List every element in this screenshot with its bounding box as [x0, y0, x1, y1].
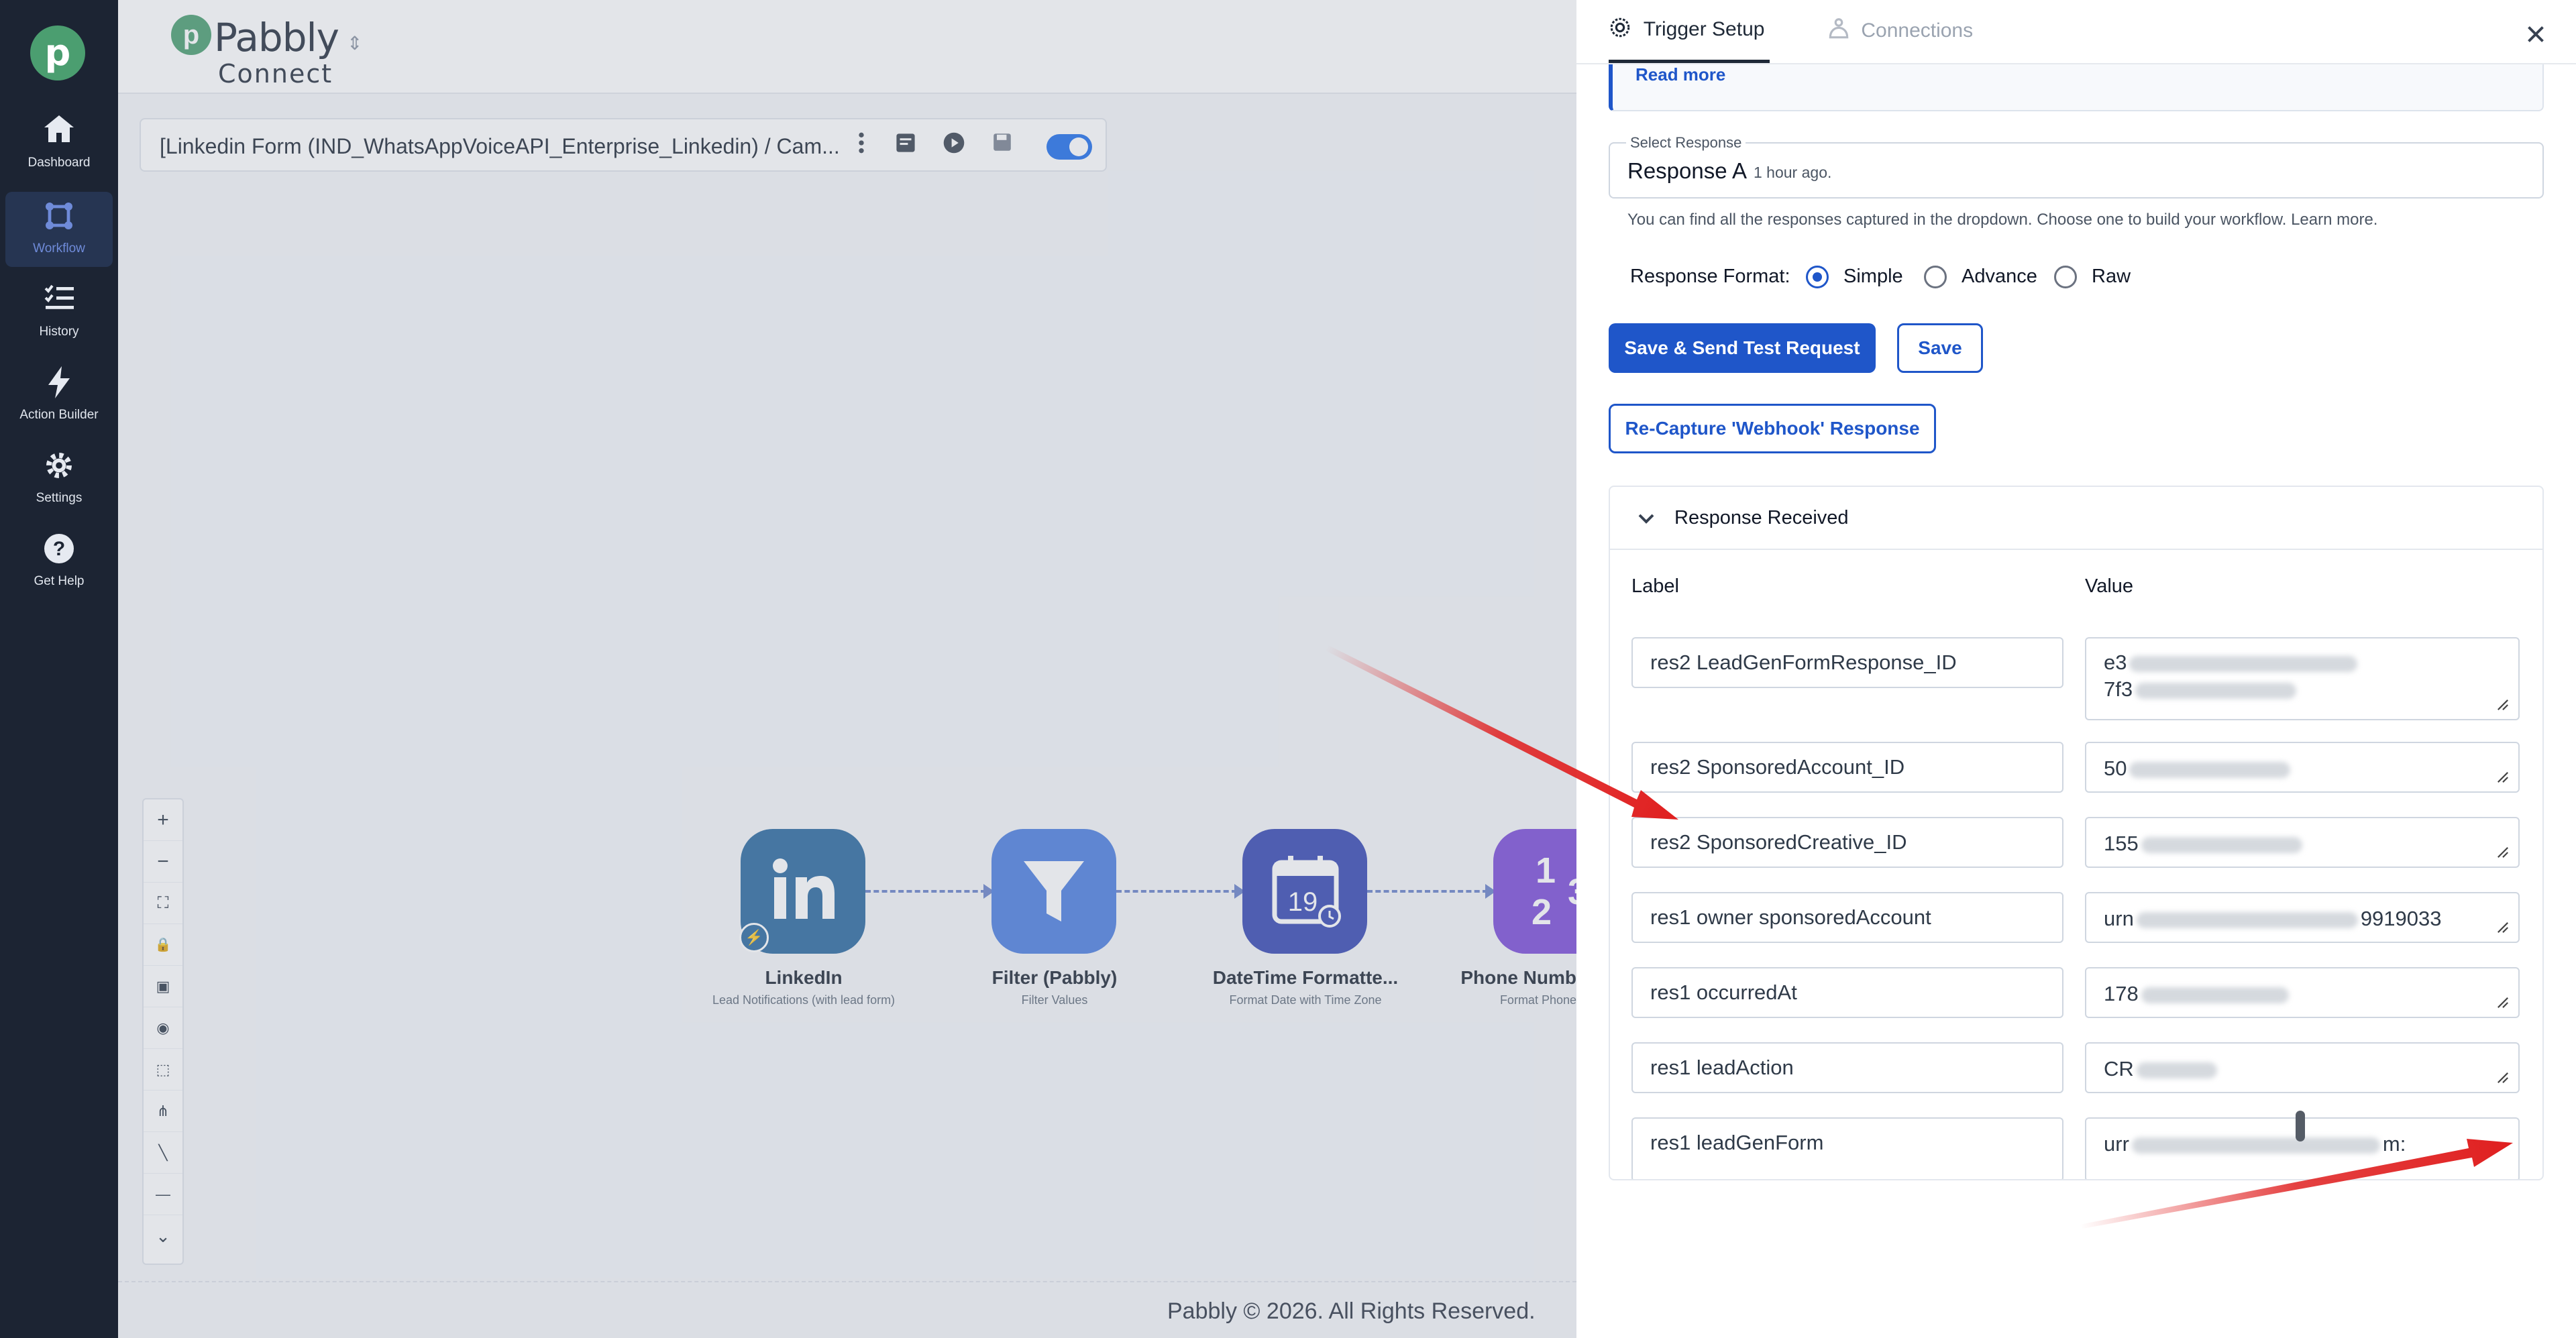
- response-received-card: Response Received Label Value res2 LeadG…: [1609, 486, 2544, 1180]
- sidebar-item-get-help[interactable]: ? Get Help: [5, 524, 113, 600]
- resize-handle-icon: [2498, 847, 2508, 858]
- help-icon: ?: [5, 533, 113, 567]
- bolt-icon: [5, 366, 113, 401]
- sidebar-label: Settings: [36, 491, 83, 505]
- label-field[interactable]: res2 LeadGenFormResponse_ID: [1631, 637, 2063, 688]
- radio-simple[interactable]: [1806, 266, 1829, 288]
- label-field[interactable]: res1 owner sponsoredAccount: [1631, 892, 2063, 943]
- chevron-down-icon: [1633, 506, 1660, 533]
- value-text: 178: [2104, 982, 2139, 1005]
- label-field[interactable]: res2 SponsoredCreative_ID: [1631, 817, 2063, 868]
- radio-raw-label[interactable]: Raw: [2092, 266, 2131, 288]
- value-text: m:: [2382, 1132, 2406, 1156]
- selected-response-time: 1 hour ago.: [1754, 164, 1832, 181]
- resize-handle-icon: [2498, 1072, 2508, 1083]
- pabbly-logo[interactable]: p: [30, 25, 85, 80]
- redacted-value: [2129, 761, 2291, 778]
- label-field[interactable]: res1 leadGenForm: [1631, 1117, 2063, 1179]
- response-received-title: Response Received: [1674, 507, 1849, 528]
- redacted-value: [2129, 655, 2358, 672]
- value-field[interactable]: CR: [2085, 1042, 2520, 1093]
- logo-letter-icon: p: [44, 32, 71, 74]
- sidebar-item-action-builder[interactable]: Action Builder: [5, 358, 113, 433]
- tab-connections[interactable]: Connections: [1826, 16, 1973, 63]
- value-field[interactable]: 178: [2085, 967, 2520, 1018]
- sidebar-label: Get Help: [34, 574, 85, 588]
- radio-raw[interactable]: [2054, 266, 2077, 288]
- value-text: CR: [2104, 1057, 2134, 1080]
- save-send-test-button[interactable]: Save & Send Test Request: [1609, 323, 1876, 373]
- radio-advance-label[interactable]: Advance: [1962, 266, 2037, 288]
- radio-dot: [1813, 272, 1822, 282]
- select-response-label: Select Response: [1626, 134, 1746, 152]
- value-field[interactable]: 50: [2085, 742, 2520, 793]
- value-text: urn: [2104, 907, 2134, 930]
- value-column-header: Value: [2085, 575, 2134, 597]
- sidebar-item-workflow[interactable]: Workflow: [5, 192, 113, 267]
- connections-icon: [1826, 16, 1856, 47]
- save-button[interactable]: Save: [1897, 323, 1983, 373]
- sidebar-item-dashboard[interactable]: Dashboard: [5, 106, 113, 181]
- trigger-setup-panel: Trigger Setup Connections Read more Sele…: [1576, 0, 2576, 1338]
- gear-icon: [1609, 16, 1638, 44]
- sidebar-item-history[interactable]: History: [5, 275, 113, 350]
- tab-label: Connections: [1861, 19, 1974, 42]
- modal-backdrop[interactable]: [118, 0, 1576, 1338]
- close-icon: [2528, 26, 2544, 42]
- panel-tabs: Trigger Setup Connections: [1576, 0, 2576, 64]
- resize-handle-icon: [2498, 772, 2508, 783]
- resize-handle-icon: [2498, 997, 2508, 1008]
- sidebar-label: Action Builder: [19, 408, 99, 422]
- svg-text:?: ?: [53, 538, 65, 560]
- workflow-icon: [5, 200, 113, 235]
- tab-label: Trigger Setup: [1643, 17, 1765, 40]
- info-callout: Read more: [1609, 64, 2544, 111]
- response-hint-text: You can find all the responses captured …: [1627, 211, 2378, 229]
- selected-response-value: Response A: [1627, 158, 1747, 183]
- sidebar-label: Workflow: [33, 241, 85, 256]
- resize-handle-icon: [2498, 922, 2508, 933]
- redacted-value: [2131, 1137, 2380, 1154]
- sidebar-item-settings[interactable]: Settings: [5, 441, 113, 516]
- recapture-webhook-button[interactable]: Re-Capture 'Webhook' Response: [1609, 404, 1936, 453]
- history-icon: [5, 283, 113, 318]
- redacted-value: [2136, 1062, 2217, 1078]
- value-text: 9919033: [2360, 907, 2442, 930]
- value-field[interactable]: urn 9919033: [2085, 892, 2520, 943]
- response-received-header[interactable]: Response Received: [1610, 487, 2542, 550]
- resize-handle-icon: [2498, 700, 2508, 710]
- home-icon: [5, 114, 113, 149]
- value-text: 155: [2104, 832, 2139, 855]
- redacted-value: [2135, 682, 2297, 699]
- select-response-dropdown[interactable]: Select Response Response A 1 hour ago.: [1609, 134, 2544, 199]
- value-text: 50: [2104, 757, 2127, 780]
- value-field[interactable]: 155: [2085, 817, 2520, 868]
- tab-trigger-setup[interactable]: Trigger Setup: [1609, 16, 1770, 63]
- response-format-label: Response Format:: [1630, 266, 1790, 287]
- sidebar-label: History: [39, 325, 79, 339]
- label-field[interactable]: res1 leadAction: [1631, 1042, 2063, 1093]
- value-text: 7f3: [2104, 676, 2501, 703]
- read-more-link[interactable]: Read more: [1635, 64, 1725, 85]
- label-column-header: Label: [1631, 575, 1679, 597]
- radio-advance[interactable]: [1924, 266, 1947, 288]
- redacted-value: [2141, 836, 2302, 853]
- label-field[interactable]: res2 SponsoredAccount_ID: [1631, 742, 2063, 793]
- label-field[interactable]: res1 occurredAt: [1631, 967, 2063, 1018]
- radio-simple-label[interactable]: Simple: [1843, 266, 1903, 288]
- value-field[interactable]: e3 7f3: [2085, 637, 2520, 720]
- close-panel-button[interactable]: [2516, 13, 2556, 54]
- response-scrollbar-thumb[interactable]: [2296, 1111, 2305, 1141]
- gear-icon: [5, 449, 113, 484]
- redacted-value: [2136, 911, 2358, 928]
- value-text: urr: [2104, 1132, 2129, 1156]
- value-text: e3: [2104, 649, 2501, 676]
- left-sidebar: p Dashboard Workflow History Action Buil…: [0, 0, 118, 1338]
- sidebar-label: Dashboard: [28, 156, 91, 170]
- redacted-value: [2141, 987, 2289, 1003]
